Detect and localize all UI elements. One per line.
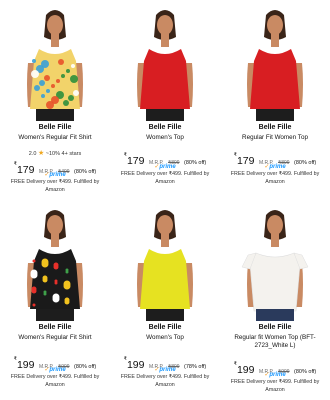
prime-badge: ✓prime: [220, 163, 330, 170]
product-brand: Belle Fille: [258, 324, 292, 331]
prime-label: prime: [269, 164, 286, 170]
prime-label: prime: [159, 164, 176, 170]
currency-symbol: ₹: [123, 356, 127, 362]
product-title-link[interactable]: Women's Top: [116, 134, 214, 142]
currency-symbol: ₹: [13, 356, 17, 362]
delivery-info: FREE Delivery over ₹499. Fulfilled by Am…: [230, 379, 320, 393]
product-title-link[interactable]: Women's Regular Fit Shirt: [6, 334, 104, 342]
currency-symbol: ₹: [233, 361, 237, 367]
prime-label: prime: [159, 367, 176, 373]
product-brand: Belle Fille: [258, 124, 292, 131]
prime-badge: ✓prime: [0, 366, 110, 373]
prime-label: prime: [49, 367, 66, 373]
prime-label: prime: [49, 172, 66, 178]
star-icon: ★: [37, 150, 45, 157]
product-title-link[interactable]: Regular Fit Women Top: [226, 134, 324, 142]
currency-symbol: ₹: [233, 152, 237, 158]
product-card[interactable]: Belle Fille Women's Regular Fit Shirt ₹1…: [0, 200, 110, 400]
delivery-info: FREE Delivery over ₹499. Fulfilled by Am…: [10, 179, 100, 193]
product-image[interactable]: [6, 203, 104, 321]
product-image[interactable]: [226, 203, 324, 321]
product-card[interactable]: Belle Fille Women's Top ₹179 M.R.P. ₹899…: [110, 0, 220, 200]
delivery-info: FREE Delivery over ₹499. Fulfilled by Am…: [120, 374, 210, 388]
currency-symbol: ₹: [123, 152, 127, 158]
delivery-info: FREE Delivery over ₹499. Fulfilled by Am…: [10, 374, 100, 388]
prime-badge: ✓prime: [110, 163, 220, 170]
product-title-link[interactable]: Women's Top: [116, 334, 214, 342]
delivery-info: FREE Delivery over ₹499. Fulfilled by Am…: [230, 171, 320, 185]
product-card[interactable]: Belle Fille Women's Regular Fit Shirt 2.…: [0, 0, 110, 200]
product-image[interactable]: [116, 203, 214, 321]
product-image[interactable]: [6, 3, 104, 121]
product-title-link[interactable]: Regular fit Women Top (BFT-2723_White L): [226, 334, 324, 350]
delivery-info: FREE Delivery over ₹499. Fulfilled by Am…: [120, 171, 210, 185]
prime-badge: ✓prime: [0, 171, 110, 178]
product-image[interactable]: [116, 3, 214, 121]
product-brand: Belle Fille: [148, 124, 182, 131]
product-card[interactable]: Belle Fille Women's Top ₹199 M.R.P. ₹899…: [110, 200, 220, 400]
product-title-link[interactable]: Women's Regular Fit Shirt: [6, 134, 104, 142]
product-brand: Belle Fille: [148, 324, 182, 331]
product-card[interactable]: Belle Fille Regular Fit Women Top ₹179 M…: [220, 0, 330, 200]
prime-badge: ✓prime: [220, 371, 330, 378]
product-brand: Belle Fille: [38, 324, 72, 331]
prime-label: prime: [269, 372, 286, 378]
rating-value: 2.0: [28, 151, 37, 157]
product-image[interactable]: [226, 3, 324, 121]
product-rating[interactable]: 2.0 ★ ~10% 4+ stars: [0, 149, 110, 157]
currency-symbol: ₹: [13, 161, 17, 167]
product-card[interactable]: Belle Fille Regular fit Women Top (BFT-2…: [220, 200, 330, 400]
prime-badge: ✓prime: [110, 366, 220, 373]
product-brand: Belle Fille: [38, 124, 72, 131]
rating-extra: ~10% 4+ stars: [45, 151, 82, 157]
